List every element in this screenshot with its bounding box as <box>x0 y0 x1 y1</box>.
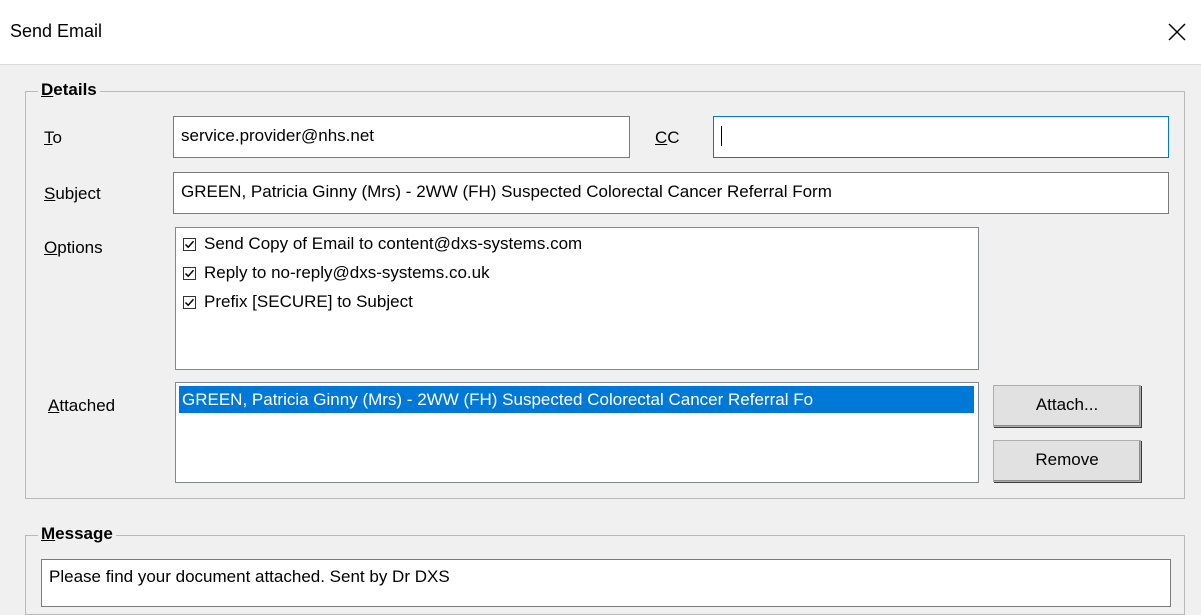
remove-button[interactable]: Remove <box>993 440 1141 482</box>
message-body-field[interactable]: Please find your document attached. Sent… <box>41 559 1171 607</box>
title-bar: Send Email <box>0 0 1201 65</box>
attach-button[interactable]: Attach... <box>993 385 1141 427</box>
option-prefix-secure[interactable]: Prefix [SECURE] to Subject <box>183 291 413 313</box>
message-legend: Message <box>38 524 116 544</box>
option-label: Send Copy of Email to content@dxs-system… <box>204 234 583 253</box>
attached-item[interactable]: GREEN, Patricia Ginny (Mrs) - 2WW (FH) S… <box>179 386 974 413</box>
cc-field[interactable] <box>713 116 1169 158</box>
option-label: Reply to no-reply@dxs-systems.co.uk <box>204 263 490 282</box>
close-icon[interactable] <box>1163 18 1191 46</box>
subject-value: GREEN, Patricia Ginny (Mrs) - 2WW (FH) S… <box>181 182 832 201</box>
checkbox-prefix-secure[interactable] <box>183 295 196 309</box>
text-cursor <box>721 126 722 146</box>
subject-field[interactable]: GREEN, Patricia Ginny (Mrs) - 2WW (FH) S… <box>173 172 1169 214</box>
window-title: Send Email <box>10 21 103 41</box>
options-list[interactable]: Send Copy of Email to content@dxs-system… <box>175 227 979 370</box>
attached-item-label: GREEN, Patricia Ginny (Mrs) - 2WW (FH) S… <box>182 390 814 409</box>
attached-list[interactable]: GREEN, Patricia Ginny (Mrs) - 2WW (FH) S… <box>175 382 979 483</box>
remove-button-label: Remove <box>1035 450 1099 469</box>
subject-label: Subject <box>44 184 101 203</box>
attach-button-label: Attach... <box>1035 395 1099 414</box>
option-reply-to[interactable]: Reply to no-reply@dxs-systems.co.uk <box>183 262 490 284</box>
options-label: Options <box>44 238 103 257</box>
details-legend: Details <box>38 80 100 100</box>
cc-label: CC <box>655 128 680 147</box>
to-value: service.provider@nhs.net <box>181 126 375 145</box>
checkbox-reply-to[interactable] <box>183 266 196 280</box>
option-send-copy[interactable]: Send Copy of Email to content@dxs-system… <box>183 233 582 255</box>
to-label: To <box>44 128 62 147</box>
attached-label: Attached <box>48 396 116 415</box>
message-body: Please find your document attached. Sent… <box>49 567 450 586</box>
to-field[interactable]: service.provider@nhs.net <box>173 116 630 158</box>
option-label: Prefix [SECURE] to Subject <box>204 292 413 311</box>
checkbox-send-copy[interactable] <box>183 237 196 251</box>
